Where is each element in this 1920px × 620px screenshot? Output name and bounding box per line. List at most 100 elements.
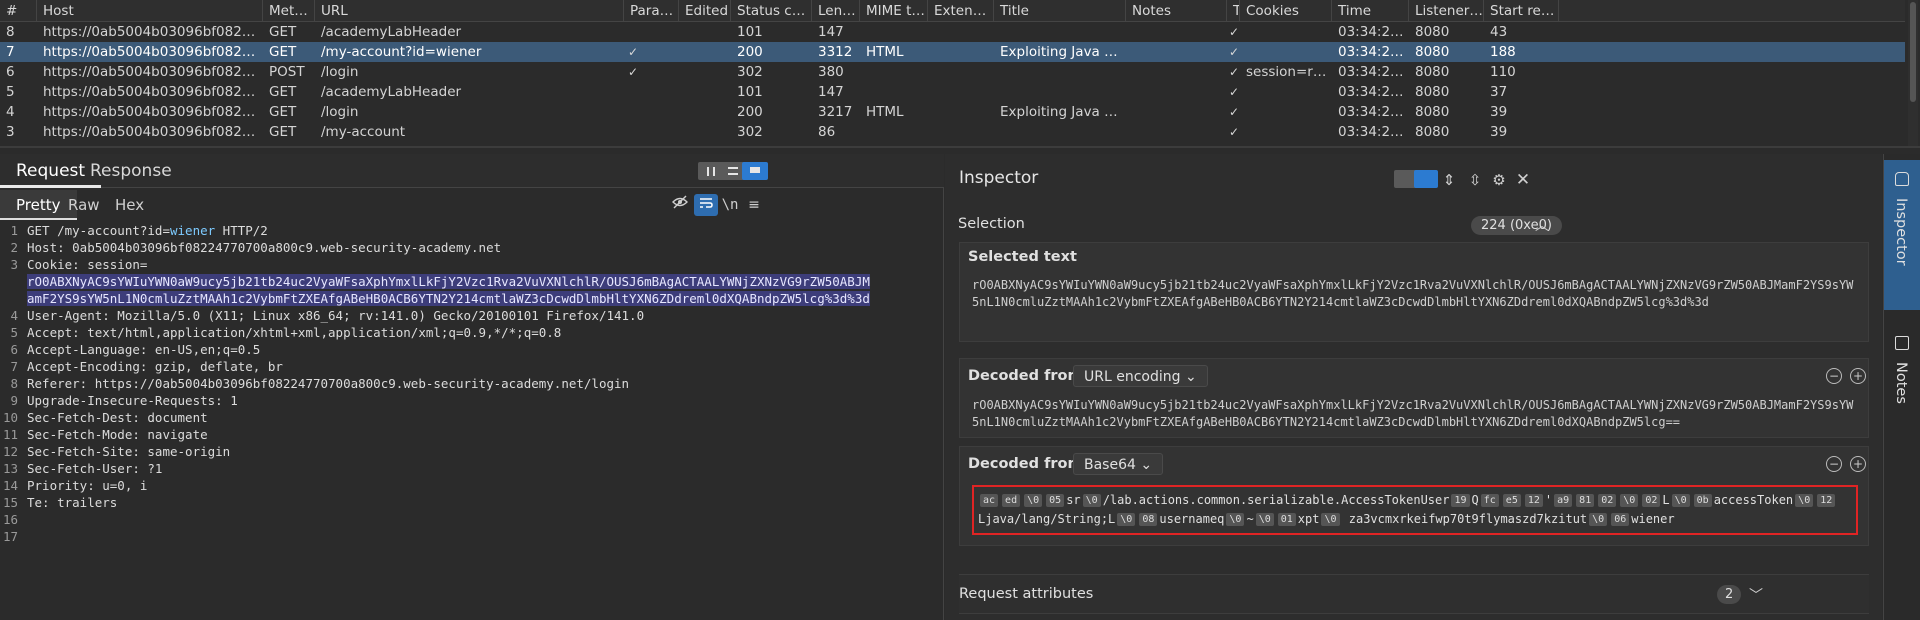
history-row[interactable]: 5 https://0ab5004b03096bf082247707... GET /…	[0, 82, 1905, 102]
column-header[interactable]: #	[0, 0, 37, 21]
cell-params	[624, 122, 679, 142]
code-line: Cookie: session=	[27, 257, 148, 272]
decoded-url-value[interactable]: rO0ABXNyAC9sYWIuYWN0aW9ucy5jb21tb24uc2Vy…	[972, 397, 1856, 431]
selected-text-value[interactable]: rO0ABXNyAC9sYWIuYWN0aW9ucy5jb21tb24uc2Vy…	[972, 277, 1856, 311]
decoded-text-fragment: usernameq	[1159, 512, 1225, 526]
history-header-row: # Host Method URL Params Edited Status code Len…	[0, 0, 1905, 22]
inspector-title: Inspector	[959, 168, 1039, 188]
history-row[interactable]: 7 https://0ab5004b03096bf082247707... GET /…	[0, 42, 1905, 62]
decoding-type-value: Base64	[1084, 457, 1136, 473]
line-number: 2	[10, 240, 18, 255]
tab-response[interactable]: Response	[74, 154, 188, 188]
show-newlines-button[interactable]: \n	[718, 194, 742, 216]
menu-icon[interactable]: ≡	[742, 194, 766, 216]
line-number-gutter: 1 2 3 4 5 6 7 8 9 10 11 12 13 14 15 16 17	[0, 222, 22, 620]
cell-url: /my-account	[321, 124, 406, 140]
tab-hex[interactable]: Hex	[99, 190, 160, 220]
column-header[interactable]: Extension	[928, 0, 994, 21]
column-header[interactable]: Host	[37, 0, 263, 21]
remove-decoding-icon[interactable]: −	[1826, 368, 1842, 384]
history-row[interactable]: 8 https://0ab5004b03096bf082247707... GET /…	[0, 22, 1905, 42]
column-header[interactable]: URL	[315, 0, 624, 21]
history-row[interactable]: 4 https://0ab5004b03096bf082247707... GET /…	[0, 102, 1905, 122]
request-editor[interactable]: 1 2 3 4 5 6 7 8 9 10 11 12 13 14 15 16 17 GET /my-accoun…	[0, 222, 944, 620]
hide-eye-icon[interactable]	[668, 194, 692, 216]
expand-all-icon[interactable]: ⇕	[1439, 170, 1459, 190]
cell-start: 110	[1490, 64, 1516, 80]
column-header[interactable]: Params	[624, 0, 679, 21]
nonprintable-byte: \0	[1117, 513, 1136, 526]
cell-status: 200	[737, 104, 763, 120]
rail-tab-notes[interactable]: Notes	[1884, 324, 1920, 434]
cell-port: 8080	[1415, 44, 1450, 60]
wrap-lines-icon[interactable]	[694, 194, 718, 216]
nonprintable-byte: \0	[1620, 494, 1639, 507]
selected-cookie-value[interactable]: rO0ABXNyAC9sYWIuYWN0aW9ucy5jb21tb24uc2Vy…	[27, 274, 870, 289]
selection-header[interactable]: Selection 224 (0xe0) ︿	[958, 210, 1869, 238]
chevron-down-icon[interactable]: ﹀	[1749, 585, 1763, 605]
history-scrollbar[interactable]	[1908, 0, 1918, 146]
collapse-all-icon[interactable]: ⇳	[1465, 170, 1485, 190]
cell-url: /login	[321, 64, 359, 80]
cell-port: 8080	[1415, 84, 1450, 100]
code-line: Sec-Fetch-Dest: document	[27, 410, 208, 425]
column-header[interactable]: Edited	[679, 0, 731, 21]
code-line: Accept-Encoding: gzip, deflate, br	[27, 359, 283, 374]
rail-tab-inspector[interactable]: Inspector	[1884, 160, 1920, 310]
close-icon[interactable]: ✕	[1513, 170, 1533, 190]
selected-cookie-value[interactable]: amF2YS9sYW5nL1N0cmluZztMAAh1c2VybmFtZXEA…	[27, 291, 870, 306]
line-number: 3	[10, 257, 18, 272]
cell-title	[994, 122, 1126, 142]
cell-method: POST	[269, 64, 305, 80]
request-code[interactable]: GET /my-account?id=wiener HTTP/2 Host: 0a…	[27, 222, 937, 545]
column-header[interactable]: Status code	[731, 0, 812, 21]
decoded-url-section: Decoded from: URL encoding ⌄ − + rO0ABXN…	[959, 358, 1869, 438]
cell-mime	[860, 22, 928, 42]
inspector-layout-right-button[interactable]	[1414, 170, 1438, 188]
chevron-down-icon: ⌄	[1184, 369, 1197, 385]
cell-start: 43	[1490, 24, 1508, 40]
chevron-up-icon[interactable]: ︿	[1535, 215, 1549, 235]
history-row[interactable]: 6 https://0ab5004b03096bf082247707... POST…	[0, 62, 1905, 82]
cell-title: Exploiting Java deser...	[1000, 44, 1126, 60]
column-header[interactable]: Length	[812, 0, 860, 21]
column-header[interactable]: Time	[1332, 0, 1409, 21]
add-decoding-icon[interactable]: +	[1850, 368, 1866, 384]
add-decoding-icon[interactable]: +	[1850, 456, 1866, 472]
column-header[interactable]: TLS	[1227, 0, 1240, 21]
request-response-tabs: Request Response	[0, 154, 944, 188]
column-header[interactable]: Listener port	[1409, 0, 1484, 21]
decoded-text-fragment: L	[1662, 493, 1670, 507]
column-header[interactable]: Notes	[1126, 0, 1227, 21]
line-number: 6	[10, 342, 18, 357]
column-header[interactable]: Title	[994, 0, 1126, 21]
layout-tabs-button[interactable]	[742, 162, 768, 180]
line-number: 16	[2, 512, 18, 527]
settings-gear-icon[interactable]: ⚙	[1489, 170, 1509, 190]
cell-mime	[860, 82, 928, 102]
column-header[interactable]: Cookies	[1240, 0, 1332, 21]
decoded-base64-value[interactable]: ac ed \0 05 sr \0/lab.actions.common.serializ…	[972, 485, 1858, 535]
history-row[interactable]: 3 https://0ab5004b03096bf082247707... GET /…	[0, 122, 1905, 142]
nonprintable-byte: \0	[1321, 513, 1340, 526]
column-header[interactable]: Method	[263, 0, 315, 21]
rail-notes-label: Notes	[1893, 362, 1909, 404]
line-number: 13	[2, 461, 18, 476]
cell-num: 3	[6, 124, 15, 140]
code-line: Te: trailers	[27, 495, 118, 510]
cell-url: /my-account?id=wiener	[321, 44, 482, 60]
decoding-type-dropdown-base64[interactable]: Base64 ⌄	[1073, 453, 1164, 475]
code-line: Host: 0ab5004b03096bf08224770700a800c9.w…	[27, 240, 502, 255]
cell-host: https://0ab5004b03096bf082247707...	[43, 124, 263, 140]
column-header[interactable]: MIME type	[860, 0, 928, 21]
proxy-history-table[interactable]: # Host Method URL Params Edited Status code Len…	[0, 0, 1920, 148]
decoding-type-dropdown-url[interactable]: URL encoding ⌄	[1073, 365, 1208, 387]
cell-length: 3312	[818, 44, 853, 60]
decoded-text-fragment: wiener	[1631, 512, 1675, 526]
column-header[interactable]: Start respon	[1484, 0, 1559, 21]
remove-decoding-icon[interactable]: −	[1826, 456, 1842, 472]
cell-method: GET	[269, 124, 297, 140]
line-number: 14	[2, 478, 18, 493]
request-attributes-section[interactable]: Request attributes 2 ﹀	[959, 574, 1869, 614]
decoded-text-fragment: ~	[1246, 512, 1254, 526]
